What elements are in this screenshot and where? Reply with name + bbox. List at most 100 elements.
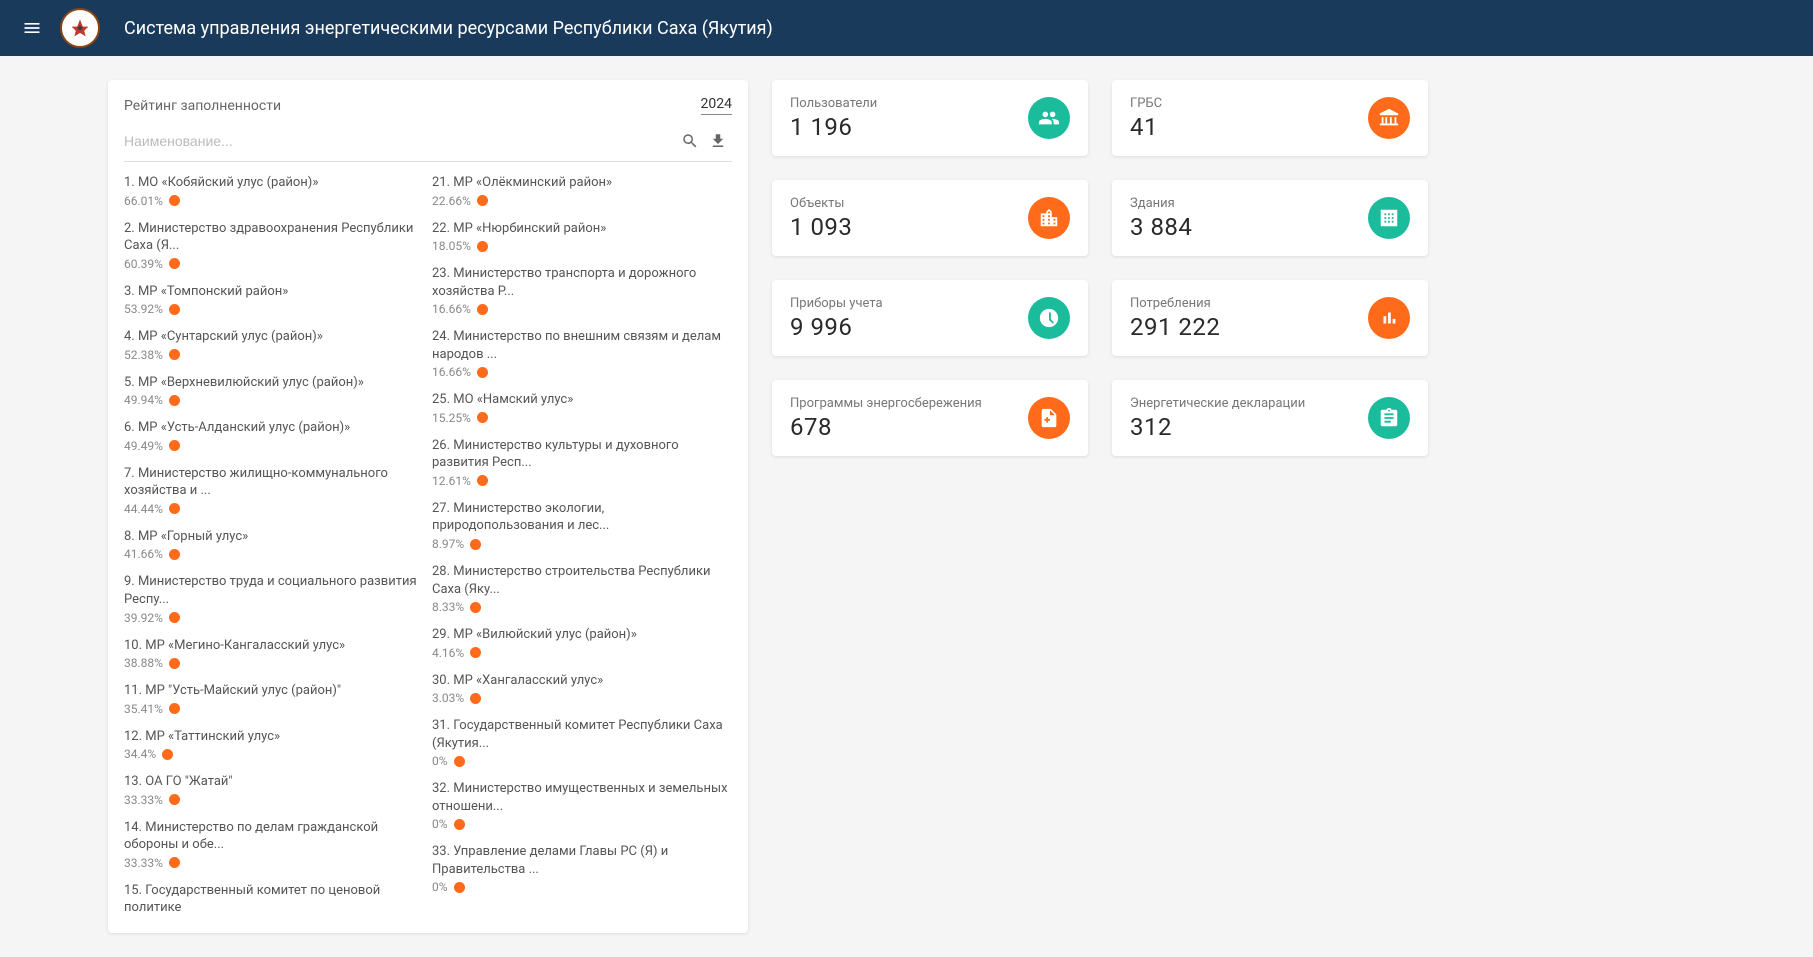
search-input[interactable]	[124, 129, 676, 153]
stat-card[interactable]: Объекты 1 093	[772, 180, 1088, 256]
item-pct-row: 15.25%	[432, 411, 732, 425]
rating-item[interactable]: 12. МР «Таттинский улус»34.4%	[124, 728, 424, 762]
item-name: 26. Министерство культуры и духовного ра…	[432, 437, 732, 472]
stat-value: 678	[790, 413, 982, 441]
rating-item[interactable]: 9. Министерство труда и социального разв…	[124, 573, 424, 624]
item-name: 9. Министерство труда и социального разв…	[124, 573, 424, 608]
status-dot-icon	[477, 195, 488, 206]
status-dot-icon	[454, 756, 465, 767]
rating-item[interactable]: 8. МР «Горный улус»41.66%	[124, 528, 424, 562]
item-name: 5. МР «Верхневилюйский улус (район)»	[124, 374, 424, 392]
rating-item[interactable]: 11. МР "Усть-Майский улус (район)"35.41%	[124, 682, 424, 716]
item-name: 2. Министерство здравоохранения Республи…	[124, 220, 424, 255]
search-button[interactable]	[676, 127, 704, 155]
item-name: 27. Министерство экологии, природопользо…	[432, 500, 732, 535]
stat-text: Пользователи1 196	[790, 96, 877, 141]
year-selector[interactable]: 2024	[701, 96, 732, 115]
rating-item[interactable]: 24. Министерство по внешним связям и дел…	[432, 328, 732, 379]
item-percent: 38.88%	[124, 656, 163, 670]
rating-item[interactable]: 28. Министерство строительства Республик…	[432, 563, 732, 614]
stat-text: ГРБС 41	[1130, 96, 1162, 141]
item-pct-row: 0%	[432, 754, 732, 768]
download-button[interactable]	[704, 127, 732, 155]
stat-label: ГРБС	[1130, 96, 1162, 111]
status-dot-icon	[169, 549, 180, 560]
item-pct-row: 0%	[432, 880, 732, 894]
stat-card[interactable]: Пользователи1 196	[772, 80, 1088, 156]
item-percent: 16.66%	[432, 365, 471, 379]
panel-header: Рейтинг заполненности 2024	[112, 96, 744, 127]
item-percent: 0%	[432, 817, 448, 831]
rating-item[interactable]: 26. Министерство культуры и духовного ра…	[432, 437, 732, 488]
rating-item[interactable]: 33. Управление делами Главы РС (Я) и Пра…	[432, 843, 732, 894]
rating-item[interactable]: 31. Государственный комитет Республики С…	[432, 717, 732, 768]
item-percent: 66.01%	[124, 194, 163, 208]
stat-card[interactable]: Здания3 884	[1112, 180, 1428, 256]
rating-item[interactable]: 3. МР «Томпонский район»53.92%	[124, 283, 424, 317]
stat-card[interactable]: Приборы учета9 996	[772, 280, 1088, 356]
item-percent: 15.25%	[432, 411, 471, 425]
rating-item[interactable]: 2. Министерство здравоохранения Республи…	[124, 220, 424, 271]
rating-item[interactable]: 22. МР «Нюрбинский район»18.05%	[432, 220, 732, 254]
item-percent: 22.66%	[432, 194, 471, 208]
rating-item[interactable]: 32. Министерство имущественных и земельн…	[432, 780, 732, 831]
item-name: 14. Министерство по делам гражданской об…	[124, 819, 424, 854]
item-pct-row: 52.38%	[124, 348, 424, 362]
item-pct-row: 33.33%	[124, 793, 424, 807]
rating-item[interactable]: 23. Министерство транспорта и дорожного …	[432, 265, 732, 316]
item-name: 8. МР «Горный улус»	[124, 528, 424, 546]
rating-item[interactable]: 14. Министерство по делам гражданской об…	[124, 819, 424, 870]
status-dot-icon	[169, 395, 180, 406]
stat-card[interactable]: Энергетические декларации312	[1112, 380, 1428, 456]
status-dot-icon	[477, 367, 488, 378]
item-pct-row: 34.4%	[124, 747, 424, 761]
status-dot-icon	[477, 412, 488, 423]
rating-item[interactable]: 7. Министерство жилищно-коммунального хо…	[124, 465, 424, 516]
menu-button[interactable]	[16, 12, 48, 44]
menu-icon	[22, 18, 42, 38]
rating-item[interactable]: 25. МО «Намский улус»15.25%	[432, 391, 732, 425]
rating-item[interactable]: 13. ОА ГО "Жатай"33.33%	[124, 773, 424, 807]
stat-icon-wrap	[1028, 197, 1070, 239]
status-dot-icon	[169, 794, 180, 805]
item-percent: 34.4%	[124, 747, 156, 761]
rating-item[interactable]: 4. МР «Сунтарский улус (район)»52.38%	[124, 328, 424, 362]
rating-item[interactable]: 21. МР «Олёкминский район»22.66%	[432, 174, 732, 208]
rating-item[interactable]: 1. МО «Кобяйский улус (район)»66.01%	[124, 174, 424, 208]
rating-item[interactable]: 27. Министерство экологии, природопользо…	[432, 500, 732, 551]
stat-label: Объекты	[790, 196, 852, 211]
stat-card[interactable]: Потребления291 222	[1112, 280, 1428, 356]
stat-text: Приборы учета9 996	[790, 296, 883, 341]
stat-label: Потребления	[1130, 296, 1220, 311]
rating-item[interactable]: 15. Государственный комитет по ценовой п…	[124, 882, 424, 917]
stat-card[interactable]: ГРБС 41	[1112, 80, 1428, 156]
rating-item[interactable]: 5. МР «Верхневилюйский улус (район)»49.9…	[124, 374, 424, 408]
stat-value: 1 196	[790, 113, 877, 141]
rating-item[interactable]: 30. МР «Хангаласский улус»3.03%	[432, 672, 732, 706]
item-percent: 18.05%	[432, 239, 471, 253]
stat-icon-wrap	[1368, 297, 1410, 339]
stat-text: Программы энергосбережения678	[790, 396, 982, 441]
item-pct-row: 53.92%	[124, 302, 424, 316]
item-percent: 39.92%	[124, 611, 163, 625]
item-name: 12. МР «Таттинский улус»	[124, 728, 424, 746]
stat-value: 1 093	[790, 213, 852, 241]
emblem-icon	[66, 14, 94, 42]
item-percent: 0%	[432, 754, 448, 768]
building-icon	[1378, 207, 1400, 229]
item-pct-row: 66.01%	[124, 194, 424, 208]
app-title: Система управления энергетическими ресур…	[124, 18, 773, 39]
rating-item[interactable]: 10. МР «Мегино-Кангаласский улус»38.88%	[124, 637, 424, 671]
item-pct-row: 18.05%	[432, 239, 732, 253]
item-name: 7. Министерство жилищно-коммунального хо…	[124, 465, 424, 500]
item-pct-row: 8.33%	[432, 600, 732, 614]
stat-value: 41	[1130, 113, 1162, 141]
rating-item[interactable]: 29. МР «Вилюйский улус (район)»4.16%	[432, 626, 732, 660]
rating-item[interactable]: 6. МР «Усть-Алданский улус (район)»49.49…	[124, 419, 424, 453]
item-percent: 33.33%	[124, 856, 163, 870]
stat-card[interactable]: Программы энергосбережения678	[772, 380, 1088, 456]
item-pct-row: 49.49%	[124, 439, 424, 453]
status-dot-icon	[169, 503, 180, 514]
item-pct-row: 4.16%	[432, 646, 732, 660]
app-header: Система управления энергетическими ресур…	[0, 0, 1813, 56]
